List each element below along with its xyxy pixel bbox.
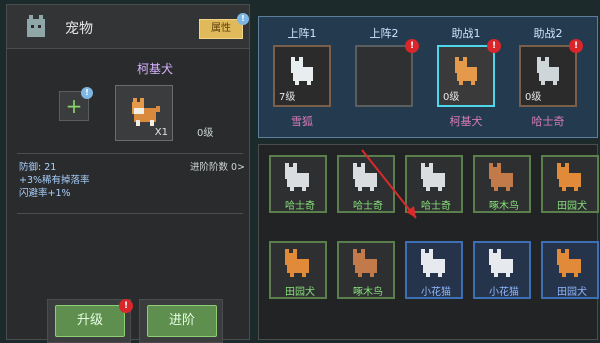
slot-label: 助战1 <box>451 27 481 40</box>
pet-detail-panel: 宠物 属性 ! 柯基犬 + ! X1 0级 防御: 21 进阶阶数 0> +3%… <box>6 4 250 343</box>
stat-line: +3%稀有掉落率 <box>19 175 90 186</box>
inventory-pet-slot[interactable]: 哈士奇 <box>269 155 327 213</box>
slot-level: 0级 <box>443 92 460 103</box>
deployment-slot[interactable]: 7级 <box>273 45 331 107</box>
pet-inventory-grid: 哈士奇 哈士奇 哈士奇 啄木鸟 田园犬 田园犬 啄木鸟 小花猫 小花猫 田园犬 <box>258 144 599 340</box>
inventory-pet-slot[interactable]: 小花猫 <box>473 241 531 299</box>
info-badge-icon: ! <box>237 13 249 25</box>
stat-line: 闪避率+1% <box>19 188 71 199</box>
inventory-pet-slot[interactable]: 啄木鸟 <box>473 155 531 213</box>
slot-level: 0级 <box>525 92 542 103</box>
pet-sprite-icon <box>349 249 385 281</box>
title-bar: 宠物 属性 ! <box>7 5 249 49</box>
inventory-pet-slot[interactable]: 田园犬 <box>269 241 327 299</box>
slot-label: 助战2 <box>533 27 563 40</box>
inventory-pet-name: 田园犬 <box>285 287 315 298</box>
inventory-pet-name: 田园犬 <box>557 201 587 212</box>
selected-pet-slot[interactable]: X1 <box>115 85 173 141</box>
inventory-pet-slot[interactable]: 小花猫 <box>405 241 463 299</box>
attribute-tab-button[interactable]: 属性 <box>199 19 243 39</box>
pointer-arrow-icon <box>360 148 424 228</box>
slot-pet-name: 雪狐 <box>291 115 313 128</box>
slot-pet-name: 哈士奇 <box>531 115 565 128</box>
pet-sprite-icon <box>553 249 589 281</box>
pet-menu-icon <box>25 13 47 39</box>
inventory-pet-name: 啄木鸟 <box>353 287 383 298</box>
pet-quantity: X1 <box>154 127 168 138</box>
pet-sprite-icon <box>417 249 453 281</box>
pet-sprite-icon <box>485 163 521 195</box>
slot-label: 上阵2 <box>369 27 399 40</box>
deployment-slot[interactable]: 0级 <box>519 45 577 107</box>
pet-sprite-icon <box>485 249 521 281</box>
stats-list: 防御: 21 进阶阶数 0> +3%稀有掉落率 闪避率+1% <box>19 161 245 200</box>
window-title: 宠物 <box>65 21 93 37</box>
pet-sprite-icon <box>281 163 317 195</box>
alert-badge-icon: ! <box>569 39 583 53</box>
inventory-pet-name: 小花猫 <box>489 287 519 298</box>
upgrade-button[interactable]: 升级 <box>55 305 125 337</box>
info-badge-icon: ! <box>81 87 93 99</box>
deployment-slot[interactable]: 0级 <box>437 45 495 107</box>
alert-badge-icon: ! <box>119 299 133 313</box>
alert-badge-icon: ! <box>487 39 501 53</box>
pet-level: 0级 <box>197 128 214 139</box>
deployment-slots-panel: 上阵1 7级雪狐 上阵2! 助战1 0级! 柯基犬 助战2 0级! 哈士奇 <box>258 16 598 138</box>
slot-pet-name: 柯基犬 <box>449 115 483 128</box>
inventory-pet-slot[interactable]: 田园犬 <box>541 155 599 213</box>
divider <box>17 153 243 154</box>
inventory-pet-name: 啄木鸟 <box>489 201 519 212</box>
alert-badge-icon: ! <box>405 39 419 53</box>
divider <box>17 213 243 214</box>
inventory-pet-name: 哈士奇 <box>285 201 315 212</box>
inventory-pet-name: 田园犬 <box>557 287 587 298</box>
pet-sprite-icon <box>553 163 589 195</box>
inventory-pet-slot[interactable]: 啄木鸟 <box>337 241 395 299</box>
inventory-pet-name: 小花猫 <box>421 287 451 298</box>
pet-sprite-icon <box>449 55 485 91</box>
advance-button[interactable]: 进阶 <box>147 305 217 337</box>
pet-sprite-icon <box>285 55 321 91</box>
slot-level: 7级 <box>279 92 296 103</box>
pet-sprite-icon <box>531 55 567 91</box>
selected-pet-name: 柯基犬 <box>136 62 173 76</box>
stat-line: 防御: 21 <box>19 162 57 173</box>
deployment-slot[interactable] <box>355 45 413 107</box>
advance-stage-label: 进阶阶数 0> <box>189 162 245 173</box>
pet-sprite-icon <box>281 249 317 281</box>
slot-label: 上阵1 <box>287 27 317 40</box>
inventory-pet-slot[interactable]: 田园犬 <box>541 241 599 299</box>
